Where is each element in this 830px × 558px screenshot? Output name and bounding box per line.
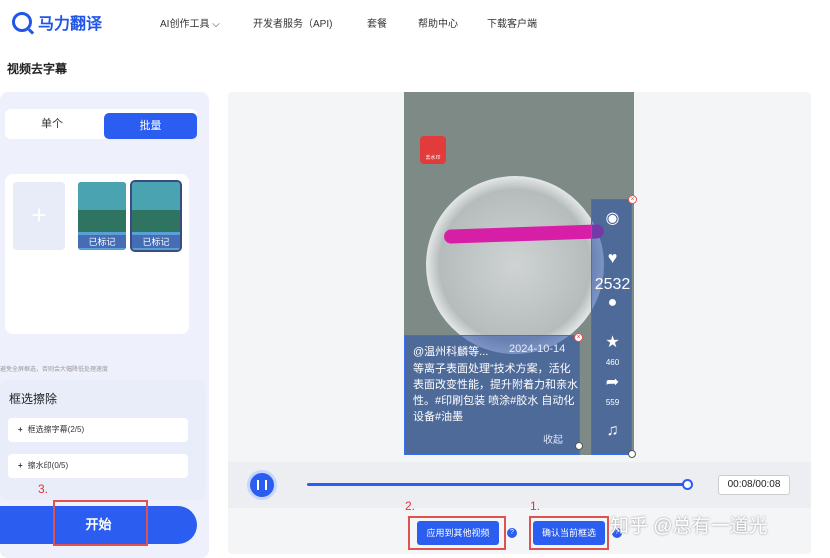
nav-download[interactable]: 下载客户端 (487, 15, 537, 30)
resize-handle[interactable] (575, 442, 583, 450)
page-title: 视频去字幕 (7, 62, 68, 76)
video-author: @温州科麟等... (413, 346, 489, 358)
help-icon[interactable]: ? (507, 528, 517, 538)
share-icon: ➦ (605, 374, 620, 391)
option-erase-watermark[interactable]: + 擦水印(0/5) (8, 454, 188, 478)
top-header: 马力翻译 AI创作工具 ⌵ 开发者服务（API) 套餐 帮助中心 下载客户端 (0, 0, 830, 44)
collapse-link: 收起 (543, 435, 563, 446)
chevron-down-icon: ⌵ (212, 19, 220, 30)
video-thumbnail-selected[interactable]: 已标记 (130, 180, 182, 252)
subtitle-selection-box[interactable]: @温州科麟等... 2024-10-14 等离子表面处理”技术方案，活化表面改变… (404, 335, 580, 455)
nav-plans[interactable]: 套餐 (367, 15, 387, 30)
progress-track[interactable] (307, 483, 687, 486)
annotation-step2: 2. (405, 499, 416, 513)
plus-icon: + (31, 200, 47, 230)
erase-title: 框选擦除 (9, 392, 58, 406)
video-date: 2024-10-14 (509, 343, 566, 355)
sidebar-selection-box[interactable]: ◉ ♥ 2532 ● ★ 460 ➦ 559 ♫ (591, 199, 632, 455)
annotation-step1: 1. (530, 499, 541, 513)
option-erase-subtitles[interactable]: + 框选擦字幕(2/5) (8, 418, 188, 442)
thumbnail-panel: + 已标记 已标记 (5, 174, 189, 334)
close-icon[interactable]: × (574, 333, 583, 342)
video-badge: 去水印 (420, 136, 446, 164)
share-count: 559 (605, 398, 620, 407)
mode-batch-tab[interactable]: 批量 (104, 113, 197, 139)
progress-knob[interactable] (682, 479, 693, 490)
avatar: ◉ (605, 210, 620, 227)
annotation-box-start (53, 500, 148, 546)
comment-icon: ● (607, 294, 618, 311)
video-thumbnail[interactable]: 已标记 (78, 182, 126, 250)
video-dish-image (426, 176, 604, 354)
mode-switch: 单个 批量 (5, 109, 197, 139)
nav-help[interactable]: 帮助中心 (418, 15, 458, 30)
close-icon[interactable]: × (628, 195, 637, 204)
pause-icon[interactable] (247, 470, 277, 500)
thumbnail-label: 已标记 (78, 235, 126, 248)
annotation-box-confirm (529, 516, 609, 550)
time-display: 00:08/00:08 (718, 475, 790, 495)
plus-icon: + (18, 425, 23, 434)
thumbnail-label: 已标记 (132, 235, 180, 248)
resize-handle[interactable] (628, 450, 636, 458)
annotation-box-apply (408, 516, 506, 550)
zhihu-watermark: 知乎 @总有一道光 (610, 516, 768, 537)
logo[interactable]: 马力翻译 (12, 10, 102, 34)
nav-developer[interactable]: 开发者服务（API) (253, 15, 332, 30)
annotation-step3: 3. (38, 482, 49, 496)
add-video-button[interactable]: + (13, 182, 65, 250)
like-count: 2532 (594, 276, 631, 293)
plus-icon: + (18, 461, 23, 470)
video-description: 等离子表面处理”技术方案，活化表面改变性能，提升附着力和亲水性。#印刷包装 喷涂… (413, 363, 578, 423)
hint-text: 避免全屏框选，否则会大幅降低处理速度 (0, 367, 109, 373)
mode-single-tab[interactable]: 单个 (5, 109, 99, 139)
erase-panel: 框选擦除 + 框选擦字幕(2/5) + 擦水印(0/5) (0, 380, 206, 500)
nav-ai-tools[interactable]: AI创作工具 ⌵ (160, 15, 220, 30)
music-icon: ♫ (606, 422, 619, 439)
star-icon: ★ (605, 334, 620, 351)
star-count: 460 (605, 358, 620, 367)
logo-text: 马力翻译 (38, 16, 103, 33)
like-icon: ♥ (607, 250, 618, 267)
logo-q-icon (12, 12, 32, 32)
